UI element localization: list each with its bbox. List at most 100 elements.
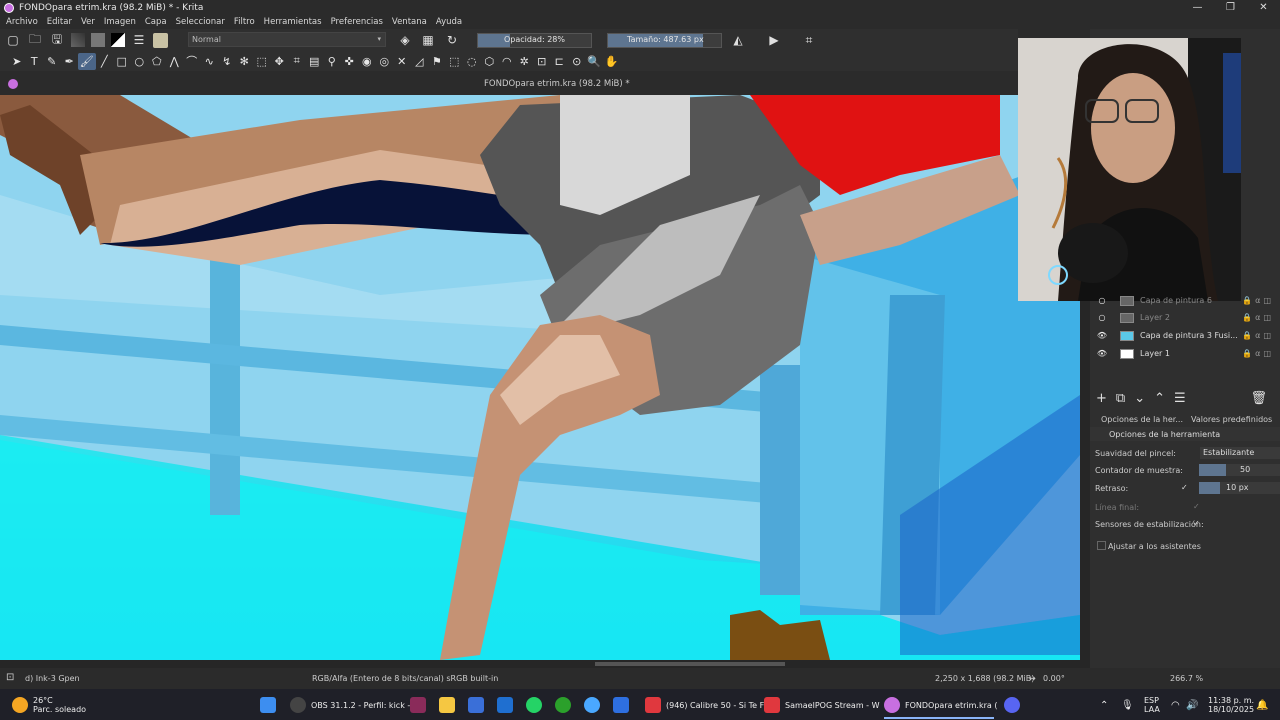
rectangle-tool-icon[interactable]: □ bbox=[113, 53, 131, 70]
layer-hidden-icon[interactable]: ○ bbox=[1096, 313, 1108, 322]
tab-tool-options[interactable]: Opciones de la her... bbox=[1101, 415, 1183, 424]
layer-row[interactable]: ○ Layer 2 🔒α◫ bbox=[1090, 309, 1280, 326]
save-icon[interactable]: 🖫 bbox=[49, 32, 65, 48]
weather-widget[interactable]: 26°C Parc. soleado bbox=[12, 696, 86, 714]
sample-count-slider[interactable]: 50 bbox=[1199, 464, 1280, 476]
delay-slider[interactable]: 10 px bbox=[1199, 482, 1280, 494]
smart-patch-icon[interactable]: ✜ bbox=[341, 53, 359, 70]
reference-tool-icon[interactable]: ⚑ bbox=[428, 53, 446, 70]
zoom-value[interactable]: 266.7 % bbox=[1170, 674, 1203, 683]
pan-tool-icon[interactable]: ✋ bbox=[603, 53, 621, 70]
contiguous-select-icon[interactable]: ✲ bbox=[516, 53, 534, 70]
clock[interactable]: 11:38 p. m. 18/10/2025 bbox=[1208, 696, 1254, 714]
freehand-path-icon[interactable]: ∿ bbox=[201, 53, 219, 70]
size-slider[interactable]: Tamaño: 487.63 px bbox=[607, 33, 722, 48]
taskbar-xbox[interactable] bbox=[555, 696, 576, 714]
freehand-select-icon[interactable]: ◠ bbox=[498, 53, 516, 70]
menu-seleccionar[interactable]: Seleccionar bbox=[176, 17, 225, 27]
menu-ayuda[interactable]: Ayuda bbox=[436, 17, 462, 27]
freehand-brush-icon[interactable]: 🖌 bbox=[78, 52, 96, 70]
language-indicator[interactable]: ESP LAA bbox=[1144, 696, 1160, 714]
taskbar-file-explorer[interactable] bbox=[439, 696, 460, 714]
layer-row[interactable]: ○ Capa de pintura 6 🔒α◫ bbox=[1090, 292, 1280, 309]
delay-checkbox[interactable]: ✓ bbox=[1181, 483, 1190, 492]
delete-layer-icon[interactable]: 🗑 bbox=[1250, 391, 1267, 406]
menu-archivo[interactable]: Archivo bbox=[6, 17, 38, 27]
horizontal-scroll-thumb[interactable] bbox=[595, 662, 785, 666]
calligraphy-icon[interactable]: ✒ bbox=[61, 53, 79, 70]
similar-select-icon[interactable]: ⊡ bbox=[533, 53, 551, 70]
fill-tool-icon[interactable]: ◉ bbox=[358, 53, 376, 70]
mirror-horizontal-icon[interactable]: ◭ bbox=[730, 32, 746, 48]
select-shape-icon[interactable]: ➤ bbox=[8, 53, 26, 70]
menu-herramientas[interactable]: Herramientas bbox=[264, 17, 322, 27]
maximize-button[interactable]: ❐ bbox=[1214, 0, 1247, 15]
new-document-icon[interactable]: ▢ bbox=[5, 32, 21, 48]
multibrush-icon[interactable]: ✻ bbox=[236, 53, 254, 70]
taskbar-app-brave-1[interactable]: (946) Calibre 50 - Si Te F bbox=[645, 696, 764, 714]
layer-properties-icons[interactable]: 🔒α◫ bbox=[1242, 313, 1274, 322]
minimize-button[interactable]: — bbox=[1181, 0, 1214, 15]
notifications[interactable]: 🔔 bbox=[1256, 696, 1268, 714]
taskbar-icon-app[interactable] bbox=[410, 696, 431, 714]
ellipse-tool-icon[interactable]: ○ bbox=[131, 53, 149, 70]
layer-properties-icon[interactable]: ☰ bbox=[1174, 391, 1186, 406]
tray-volume[interactable]: 🔊 bbox=[1186, 696, 1198, 714]
blend-mode-select[interactable]: Normal ▾ bbox=[188, 32, 386, 47]
move-down-icon[interactable]: ⌄ bbox=[1134, 391, 1145, 406]
layer-row[interactable]: 👁 Layer 1 🔒α◫ bbox=[1090, 345, 1280, 362]
menu-filtro[interactable]: Filtro bbox=[234, 17, 255, 27]
preserve-alpha-icon[interactable]: ▦ bbox=[420, 32, 436, 48]
move-up-icon[interactable]: ⌃ bbox=[1154, 391, 1165, 406]
drawing-canvas[interactable] bbox=[0, 95, 1080, 660]
menu-editar[interactable]: Editar bbox=[47, 17, 72, 27]
color-picker-icon[interactable]: ⚲ bbox=[323, 53, 341, 70]
measure-tool-icon[interactable]: ◿ bbox=[411, 53, 429, 70]
menu-capa[interactable]: Capa bbox=[145, 17, 167, 27]
taskbar-notes[interactable] bbox=[613, 696, 634, 714]
gradient-tool-icon[interactable]: ▤ bbox=[306, 53, 324, 70]
taskbar-store[interactable] bbox=[468, 696, 489, 714]
gradient-icon[interactable] bbox=[91, 33, 105, 47]
opacity-slider[interactable]: Opacidad: 28% bbox=[477, 33, 592, 48]
taskbar-outlook[interactable] bbox=[497, 696, 518, 714]
assistant-tool-icon[interactable]: ✕ bbox=[393, 53, 411, 70]
rect-select-icon[interactable]: ⬚ bbox=[446, 53, 464, 70]
layer-hidden-icon[interactable]: ○ bbox=[1096, 296, 1108, 305]
line-tool-icon[interactable]: ╱ bbox=[96, 53, 114, 70]
eye-icon[interactable]: 👁 bbox=[1096, 331, 1108, 340]
menu-ventana[interactable]: Ventana bbox=[392, 17, 427, 27]
end-line-checkbox[interactable]: ✓ bbox=[1193, 502, 1202, 511]
layer-row[interactable]: 👁 Capa de pintura 3 Fusi... 🔒α◫ bbox=[1090, 327, 1280, 344]
reload-preset-icon[interactable]: ↻ bbox=[444, 32, 460, 48]
color-swatch-icon[interactable] bbox=[111, 33, 125, 47]
taskbar-app-krita[interactable]: FONDOpara etrim.kra ( bbox=[884, 696, 997, 714]
horizontal-scrollbar[interactable] bbox=[0, 660, 1090, 668]
magnetic-select-icon[interactable]: ⊙ bbox=[568, 53, 586, 70]
add-layer-icon[interactable]: + bbox=[1096, 391, 1107, 406]
menu-ver[interactable]: Ver bbox=[81, 17, 95, 27]
dynamic-brush-icon[interactable]: ↯ bbox=[218, 53, 236, 70]
rotation-value[interactable]: 0.00° bbox=[1043, 674, 1065, 683]
eye-icon[interactable]: 👁 bbox=[1096, 349, 1108, 358]
text-tool-icon[interactable]: T bbox=[26, 53, 44, 70]
taskbar-app-obs[interactable]: OBS 31.1.2 - Perfil: kick - bbox=[290, 696, 410, 714]
close-button[interactable]: ✕ bbox=[1247, 0, 1280, 15]
taskbar-discord[interactable] bbox=[1004, 696, 1025, 714]
assistants-checkbox[interactable] bbox=[1097, 541, 1106, 550]
zoom-tool-icon[interactable]: 🔍 bbox=[586, 53, 604, 70]
ellipse-select-icon[interactable]: ◌ bbox=[463, 53, 481, 70]
start-button[interactable] bbox=[260, 696, 281, 714]
wrap-around-icon[interactable]: ⌗ bbox=[801, 32, 817, 48]
document-tab[interactable]: FONDOpara etrim.kra (98.2 MiB) * bbox=[484, 79, 630, 89]
bezier-select-icon[interactable]: ⊏ bbox=[551, 53, 569, 70]
tray-network[interactable]: ◠ bbox=[1171, 696, 1180, 714]
menu-preferencias[interactable]: Preferencias bbox=[331, 17, 383, 27]
pattern-icon[interactable] bbox=[71, 33, 85, 47]
brush-preset-icon[interactable] bbox=[153, 32, 168, 48]
mirror-vertical-icon[interactable]: ▶ bbox=[766, 32, 782, 48]
crop-tool-icon[interactable]: ⌗ bbox=[288, 53, 306, 70]
tray-chevron[interactable]: ⌃ bbox=[1100, 696, 1108, 714]
transform-tool-icon[interactable]: ⬚ bbox=[253, 53, 271, 70]
edit-shape-icon[interactable]: ✎ bbox=[43, 53, 61, 70]
